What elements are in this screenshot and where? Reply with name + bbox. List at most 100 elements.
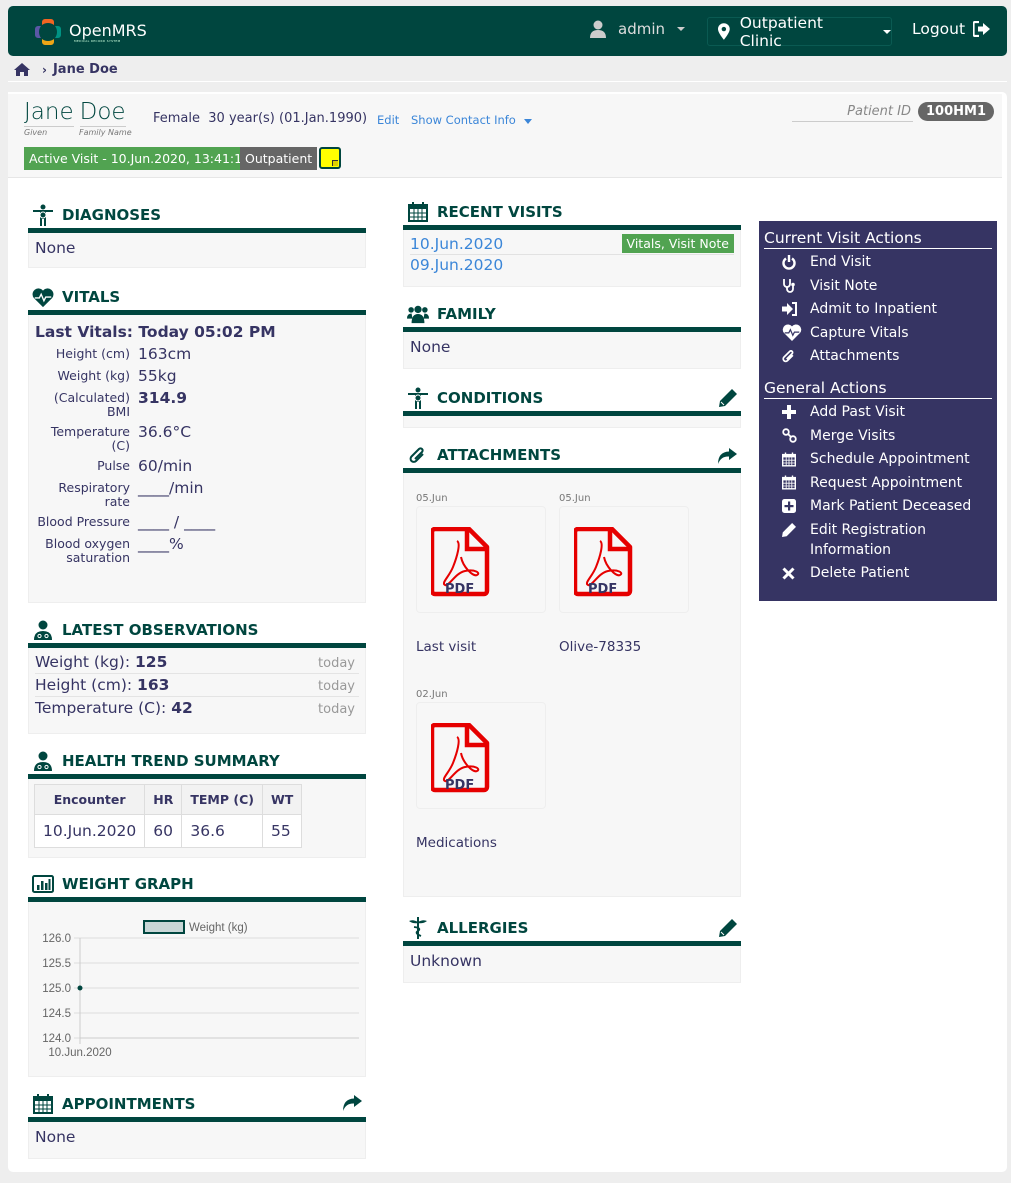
- visit-actions-panel: Current Visit Actions End Visit Visit Not…: [759, 221, 997, 601]
- observation-row: Height (cm): 163 today: [35, 674, 359, 697]
- observation-label: Temperature (C): 42: [35, 699, 193, 717]
- sticky-note-icon[interactable]: [319, 147, 341, 169]
- action-admit-to-inpatient[interactable]: Admit to Inpatient: [764, 299, 992, 319]
- action-mark-patient-deceased[interactable]: Mark Patient Deceased: [764, 496, 992, 516]
- home-icon[interactable]: [14, 63, 30, 76]
- vital-label: Height (cm): [55, 346, 130, 361]
- family-value: None: [403, 332, 741, 369]
- action-label: Admit to Inpatient: [810, 301, 938, 317]
- edit-patient-link[interactable]: Edit: [377, 113, 399, 127]
- vital-value: 163cm: [138, 345, 192, 363]
- attachment-thumbnail[interactable]: PDF: [416, 506, 546, 613]
- logo-text: OpenMRS: [69, 20, 147, 40]
- pdf-label: PDF: [445, 778, 475, 793]
- share-arrow-icon[interactable]: [342, 1095, 362, 1115]
- observation-row: Weight (kg): 125 today: [35, 651, 359, 674]
- show-contact-info-label: Show Contact Info: [411, 113, 516, 127]
- conditions-section: CONDITIONS: [403, 385, 741, 428]
- attachment-item[interactable]: 05.Jun PDF Last visit: [416, 493, 546, 655]
- attachment-item[interactable]: 02.Jun PDF Medications: [416, 689, 546, 851]
- vital-label: Weight (kg): [57, 368, 130, 383]
- attachments-title: ATTACHMENTS: [437, 446, 562, 464]
- action-label: Attachments: [810, 348, 900, 364]
- action-edit-registration-information[interactable]: Edit Registration Information: [764, 520, 992, 560]
- y-tick-label: 124.0: [42, 1033, 71, 1045]
- attachment-name[interactable]: Olive-78335: [559, 639, 689, 655]
- openmrs-logo-icon: [35, 19, 61, 45]
- family-title: FAMILY: [437, 305, 496, 323]
- visit-date-link[interactable]: 09.Jun.2020: [410, 256, 503, 274]
- visit-date-link[interactable]: 10.Jun.2020: [410, 235, 503, 253]
- family-header: FAMILY: [403, 301, 741, 327]
- calendar-icon: [407, 201, 429, 223]
- weight-graph-title: WEIGHT GRAPH: [62, 875, 194, 893]
- action-label: Request Appointment: [810, 474, 963, 491]
- top-header: OpenMRS MEDICAL RECORD SYSTEM admin Outp…: [8, 6, 1007, 56]
- recent-visits-header: RECENT VISITS: [403, 199, 741, 225]
- action-end-visit[interactable]: End Visit: [764, 252, 992, 272]
- table-header-cell: TEMP (C): [181, 784, 263, 815]
- weight-chart: Weight (kg) 126.0 125.5 125.0 124.5 124.0 10.J…: [42, 920, 359, 1059]
- action-merge-visits[interactable]: Merge Visits: [764, 426, 992, 446]
- action-add-past-visit[interactable]: Add Past Visit: [764, 402, 992, 422]
- vitals-header[interactable]: VITALS: [28, 284, 366, 310]
- pencil-icon: [782, 520, 810, 540]
- breadcrumb: › Jane Doe: [14, 62, 118, 77]
- share-arrow-icon[interactable]: [717, 448, 737, 468]
- latest-observations-header: LATEST OBSERVATIONS: [28, 617, 366, 643]
- action-schedule-appointment[interactable]: Schedule Appointment: [764, 449, 992, 469]
- action-delete-patient[interactable]: Delete Patient: [764, 563, 992, 583]
- location-selector[interactable]: Outpatient Clinic: [707, 14, 892, 50]
- action-visit-note[interactable]: Visit Note: [764, 276, 992, 296]
- appointments-header: APPOINTMENTS: [28, 1091, 366, 1117]
- table-header-cell: HR: [144, 784, 183, 815]
- user-menu[interactable]: admin: [590, 20, 685, 38]
- openmrs-logo[interactable]: OpenMRS MEDICAL RECORD SYSTEM: [33, 17, 147, 47]
- show-contact-info-link[interactable]: Show Contact Info: [411, 113, 532, 127]
- attachment-item[interactable]: 05.Jun PDF Olive-78335: [559, 493, 689, 655]
- action-request-appointment[interactable]: Request Appointment: [764, 473, 992, 493]
- data-point: [77, 985, 83, 991]
- visit-encounters-badge: Vitals, Visit Note: [621, 234, 734, 253]
- location-name: Outpatient Clinic: [739, 13, 823, 50]
- active-visit-badge[interactable]: Active Visit - 10.Jun.2020, 13:41:14: [24, 147, 256, 170]
- patient-id-badge: 100HM1: [918, 102, 994, 121]
- breadcrumb-divider: [8, 81, 1007, 82]
- observation-row: Temperature (C): 42 today: [35, 697, 359, 719]
- vital-label: Respiratory rate: [58, 480, 130, 509]
- logout-button[interactable]: Logout: [912, 20, 991, 38]
- recent-visits-section: RECENT VISITS 10.Jun.2020 Vitals, Visit N…: [403, 199, 741, 287]
- vital-row: Respiratory rate ____/min: [35, 479, 359, 509]
- attachment-name[interactable]: Last visit: [416, 639, 546, 655]
- observation-time: today: [318, 679, 355, 694]
- vital-row: Temperature (C) 36.6°C: [35, 423, 359, 453]
- pdf-label: PDF: [445, 582, 475, 597]
- action-label: Merge Visits: [810, 427, 896, 444]
- weight-graph-header: WEIGHT GRAPH: [28, 871, 366, 897]
- attachments-section: ATTACHMENTS 05.Jun PDF Last visit 05.Jun PDF…: [403, 442, 741, 897]
- table-cell: 10.Jun.2020: [33, 814, 146, 848]
- current-visit-actions-heading: Current Visit Actions: [764, 229, 992, 249]
- table-header-cell: Encounter: [33, 784, 146, 815]
- y-tick-label: 126.0: [42, 933, 71, 945]
- observation-value: 42: [171, 699, 193, 717]
- patient-given-name: Jane: [24, 99, 74, 127]
- action-label: Schedule Appointment: [810, 451, 970, 467]
- vital-row: Blood Pressure ____ / ____: [35, 513, 359, 531]
- vital-label: (Calculated) BMI: [53, 390, 130, 419]
- table-cell: 60: [144, 814, 183, 848]
- legend-label: Weight (kg): [189, 922, 248, 934]
- attachment-name[interactable]: Medications: [416, 835, 546, 851]
- pencil-icon[interactable]: [719, 389, 737, 411]
- action-attachments[interactable]: Attachments: [764, 346, 992, 366]
- pencil-icon[interactable]: [719, 919, 737, 941]
- table-body: 10.Jun.2020 60 36.6 55: [33, 814, 303, 848]
- action-label: End Visit: [810, 254, 871, 270]
- attachment-thumbnail[interactable]: PDF: [559, 506, 689, 613]
- link-icon: [782, 426, 810, 446]
- action-capture-vitals[interactable]: Capture Vitals: [764, 323, 992, 343]
- visit-row: 10.Jun.2020 Vitals, Visit Note: [410, 233, 734, 255]
- attachment-thumbnail[interactable]: PDF: [416, 702, 546, 809]
- observation-time: today: [318, 702, 355, 717]
- vitals-body: Last Vitals: Today 05:02 PM Height (cm) 1…: [28, 315, 366, 603]
